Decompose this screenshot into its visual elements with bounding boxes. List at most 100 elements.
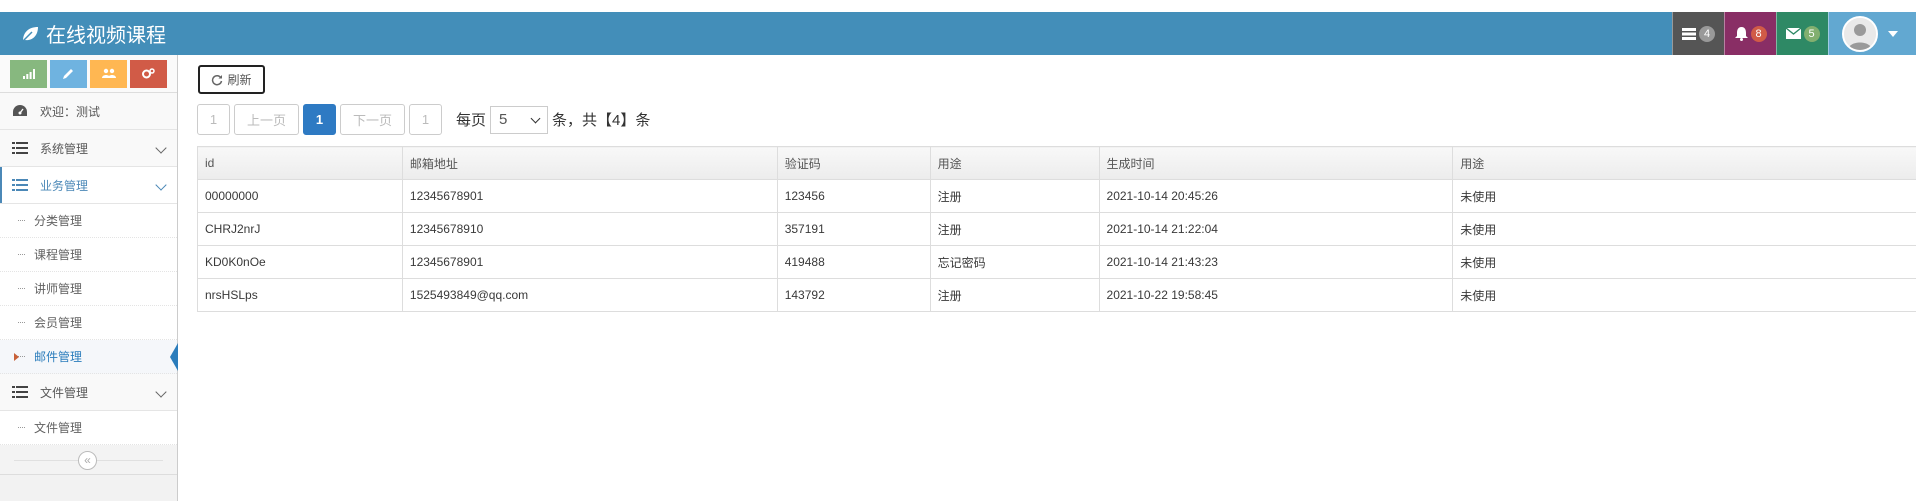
table-cell: 419488 xyxy=(776,245,931,279)
table-cell: KD0K0nOe xyxy=(197,245,403,279)
double-chevron-left-icon[interactable]: « xyxy=(78,451,97,470)
table-cell: 12345678910 xyxy=(401,212,778,246)
sidebar-welcome[interactable]: 欢迎：测试 xyxy=(0,93,177,130)
column-header[interactable]: 验证码 xyxy=(776,146,931,180)
table-row[interactable]: KD0K0nOe 12345678901 419488 忘记密码 2021-10… xyxy=(197,245,1916,279)
notifications-button[interactable]: 8 xyxy=(1724,12,1776,55)
top-gap xyxy=(0,0,1916,12)
sidebar: 欢迎：测试 系统管理 业务管理 分类管理 课程管理 讲师管理 会员管理 邮件管理… xyxy=(0,55,178,501)
table-cell: 12345678901 xyxy=(401,179,778,213)
sidebar-item-files[interactable]: 文件管理 xyxy=(0,411,177,445)
table-row[interactable]: nrsHSLps 1525493849@qq.com 143792 注册 202… xyxy=(197,278,1916,312)
table-cell: 注册 xyxy=(929,179,1100,213)
tasks-button[interactable]: 4 xyxy=(1672,12,1724,55)
navbar: 在线视频课程 4 8 5 xyxy=(0,12,1916,55)
files-submenu: 文件管理 xyxy=(0,411,177,445)
avatar xyxy=(1841,15,1878,52)
refresh-icon xyxy=(212,74,223,85)
per-page-value: 5 xyxy=(499,111,508,128)
sidebar-group-system[interactable]: 系统管理 xyxy=(0,130,177,167)
cogs-icon xyxy=(142,68,155,79)
table-row[interactable]: CHRJ2nrJ 12345678910 357191 注册 2021-10-1… xyxy=(197,212,1916,246)
table-cell: 2021-10-22 19:58:45 xyxy=(1098,278,1454,312)
first-page-button[interactable]: 1 xyxy=(197,104,230,135)
tasks-badge: 4 xyxy=(1699,25,1715,42)
per-page-label: 每页 xyxy=(456,112,487,129)
sidebar-item-label: 邮件管理 xyxy=(34,350,83,364)
table-cell: 12345678901 xyxy=(401,245,778,279)
column-header[interactable]: 生成时间 xyxy=(1098,146,1454,180)
user-menu-button[interactable] xyxy=(1828,12,1910,55)
sidebar-shortcuts xyxy=(0,55,177,93)
table-cell: 注册 xyxy=(929,212,1100,246)
table-cell: 注册 xyxy=(929,278,1100,312)
table-cell: 忘记密码 xyxy=(929,245,1100,279)
prev-page-button[interactable]: 上一页 xyxy=(234,104,299,135)
leaf-icon xyxy=(22,26,38,42)
list-icon xyxy=(12,385,30,399)
dashboard-icon xyxy=(12,104,30,118)
users-icon xyxy=(101,68,116,78)
nav-right: 4 8 5 xyxy=(1672,12,1916,55)
mail-table: id 邮箱地址 验证码 用途 生成时间 用途 00000000 12345678… xyxy=(197,146,1916,312)
sidebar-item-lecturer[interactable]: 讲师管理 xyxy=(0,272,177,306)
column-header[interactable]: id xyxy=(197,146,403,180)
chevron-down-icon xyxy=(530,113,541,123)
welcome-text: 欢迎：测试 xyxy=(40,104,101,119)
shortcut-users-button[interactable] xyxy=(90,59,127,88)
envelope-icon xyxy=(1785,28,1801,39)
navbar-edge xyxy=(1910,12,1916,55)
current-page-button[interactable]: 1 xyxy=(303,104,336,135)
chevron-down-icon xyxy=(155,386,167,398)
sidebar-item-mail[interactable]: 邮件管理 xyxy=(0,340,178,374)
business-submenu: 分类管理 课程管理 讲师管理 会员管理 邮件管理 xyxy=(0,204,178,374)
sidebar-group-business[interactable]: 业务管理 xyxy=(0,167,177,204)
table-cell: 未使用 xyxy=(1452,212,1916,246)
table-cell: 未使用 xyxy=(1452,179,1916,213)
sidebar-group-files[interactable]: 文件管理 xyxy=(0,374,177,411)
table-cell: 2021-10-14 21:43:23 xyxy=(1098,245,1454,279)
shortcut-pencil-button[interactable] xyxy=(50,59,87,88)
table-cell: 123456 xyxy=(776,179,931,213)
per-page-select[interactable]: 5 xyxy=(490,105,549,134)
column-header[interactable]: 邮箱地址 xyxy=(401,146,778,180)
chevron-down-icon xyxy=(155,142,167,154)
brand[interactable]: 在线视频课程 xyxy=(0,19,166,48)
table-cell: nrsHSLps xyxy=(197,278,403,312)
last-page-button[interactable]: 1 xyxy=(409,104,442,135)
messages-badge: 5 xyxy=(1803,25,1820,42)
sidebar-collapse-bar: « xyxy=(0,445,177,475)
main-content: 刷新 1 上一页 1 下一页 1 每页 5 条，共【4】条 id 邮箱地址 验证… xyxy=(179,55,1916,501)
tasks-icon xyxy=(1682,27,1696,40)
table-cell: 未使用 xyxy=(1452,245,1916,279)
sidebar-group-label: 系统管理 xyxy=(40,141,89,156)
refresh-label: 刷新 xyxy=(227,73,252,87)
user-avatar-icon xyxy=(1843,17,1876,50)
refresh-button[interactable]: 刷新 xyxy=(198,65,265,94)
sidebar-item-member[interactable]: 会员管理 xyxy=(0,306,177,340)
pagination: 1 上一页 1 下一页 1 每页 5 条，共【4】条 xyxy=(197,104,650,135)
table-cell: 00000000 xyxy=(197,179,403,213)
bell-icon xyxy=(1734,26,1748,41)
shortcut-cogs-button[interactable] xyxy=(130,59,167,88)
chevron-down-icon xyxy=(155,179,167,191)
table-row[interactable]: 00000000 12345678901 123456 注册 2021-10-1… xyxy=(197,179,1916,213)
table-cell: 2021-10-14 20:45:26 xyxy=(1098,179,1454,213)
column-header[interactable]: 用途 xyxy=(1452,146,1916,180)
per-page-control: 每页 5 条，共【4】条 xyxy=(456,105,650,134)
signal-icon xyxy=(22,68,35,79)
shortcut-signal-button[interactable] xyxy=(10,59,47,88)
sidebar-item-course[interactable]: 课程管理 xyxy=(0,238,177,272)
pencil-icon xyxy=(63,69,73,79)
table-cell: 未使用 xyxy=(1452,278,1916,312)
next-page-button[interactable]: 下一页 xyxy=(340,104,405,135)
column-header[interactable]: 用途 xyxy=(929,146,1100,180)
sidebar-item-category[interactable]: 分类管理 xyxy=(0,204,177,238)
list-icon xyxy=(12,178,30,192)
table-header-row: id 邮箱地址 验证码 用途 生成时间 用途 xyxy=(197,146,1916,180)
messages-button[interactable]: 5 xyxy=(1776,12,1828,55)
notifications-badge: 8 xyxy=(1750,25,1767,42)
sidebar-group-label: 业务管理 xyxy=(40,178,89,193)
caret-right-icon xyxy=(14,353,19,361)
table-cell: 2021-10-14 21:22:04 xyxy=(1098,212,1454,246)
